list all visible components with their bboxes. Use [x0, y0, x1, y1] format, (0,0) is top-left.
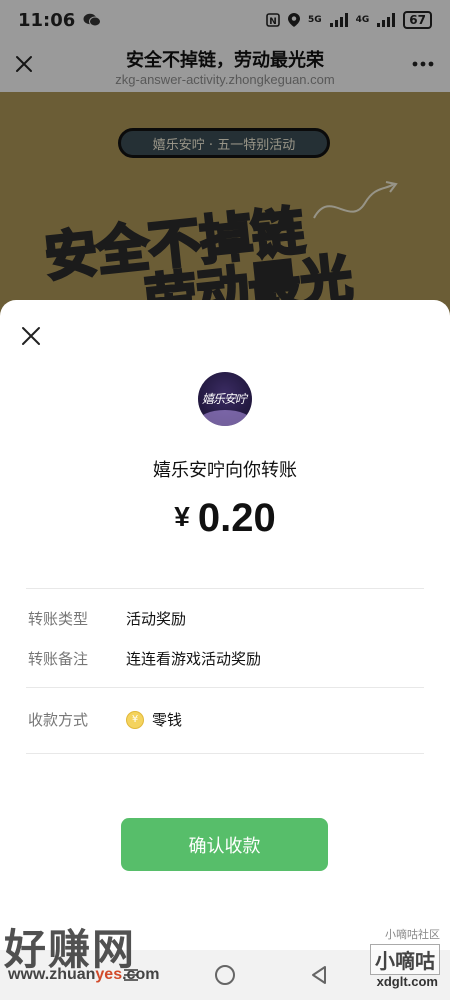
transfer-sheet: 嬉乐安咛 嬉乐安咛向你转账 ¥0.20 转账类型 活动奖励 转账备注 连连看游戏… — [0, 300, 450, 950]
confirm-receive-button[interactable]: 确认收款 — [121, 818, 328, 871]
detail-value: 活动奖励 — [126, 610, 187, 628]
payment-method-value[interactable]: ¥ 零钱 — [126, 709, 182, 730]
watermark-left-url: www.zhuanyes.com — [8, 966, 159, 984]
avatar-signature: 嬉乐安咛 — [202, 392, 247, 406]
coin-icon: ¥ — [126, 710, 144, 729]
detail-row-note: 转账备注 连连看游戏活动奖励 — [28, 648, 428, 669]
divider — [26, 588, 424, 589]
home-icon[interactable] — [213, 963, 237, 987]
detail-value: 连连看游戏活动奖励 — [126, 650, 262, 668]
payment-method-text: 零钱 — [152, 711, 183, 729]
transfer-amount: ¥0.20 — [0, 496, 450, 541]
currency-symbol: ¥ — [174, 501, 190, 532]
amount-value: 0.20 — [197, 496, 276, 540]
watermark-right-title: 小嘀咕 — [370, 944, 440, 975]
watermark-url-highlight: yes — [95, 966, 123, 983]
watermark-url-part: www.zhuan — [8, 966, 96, 983]
detail-label: 转账备注 — [28, 650, 89, 668]
avatar-glow — [198, 410, 252, 426]
watermark-right-url: xdglt.com — [376, 974, 438, 989]
detail-row-type: 转账类型 活动奖励 — [28, 608, 428, 629]
payment-method-row: 收款方式 ¥ 零钱 — [28, 709, 428, 730]
divider — [26, 753, 424, 754]
payment-method-label: 收款方式 — [28, 711, 89, 729]
back-icon[interactable] — [307, 963, 331, 987]
transfer-sender-text: 嬉乐安咛向你转账 — [153, 460, 297, 481]
sender-avatar: 嬉乐安咛 — [198, 372, 252, 426]
divider — [26, 687, 424, 688]
close-sheet-icon[interactable] — [20, 325, 42, 347]
watermark-right-top: 小嘀咕社区 — [385, 928, 440, 941]
watermark-url-part: .com — [122, 966, 160, 983]
detail-label: 转账类型 — [28, 610, 89, 628]
